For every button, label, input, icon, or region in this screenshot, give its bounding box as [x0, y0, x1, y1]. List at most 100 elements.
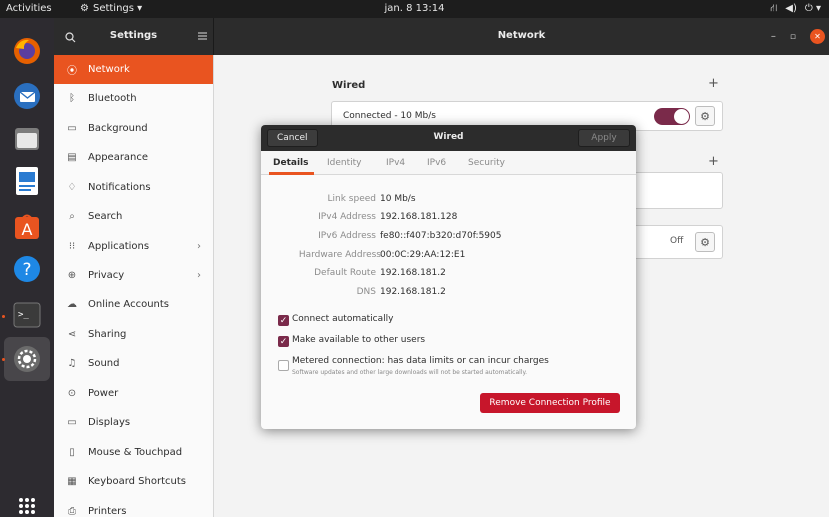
connect-automatically-checkbox[interactable]: ✓	[278, 315, 289, 326]
sidebar-item-label: Search	[88, 211, 123, 222]
ipv6-address-label: IPv6 Address	[318, 231, 376, 241]
power-icon: ⏻ ▾	[804, 3, 821, 14]
connect-automatically-label: Connect automatically	[292, 314, 394, 324]
apply-button[interactable]: Apply	[578, 129, 630, 147]
chevron-right-icon: ›	[197, 241, 201, 252]
files-icon[interactable]	[9, 121, 45, 157]
sidebar-item-label: Bluetooth	[88, 93, 137, 104]
sidebar-item-label: Printers	[88, 506, 127, 517]
running-indicator	[2, 315, 5, 318]
available-to-users-checkbox[interactable]: ✓	[278, 336, 289, 347]
wired-status: Connected - 10 Mb/s	[343, 111, 436, 121]
wired-section-title: Wired	[332, 80, 366, 91]
dns-value: 192.168.181.2	[380, 287, 446, 297]
settings-header-bar: Settings Network – ▫ ✕	[54, 18, 829, 55]
writer-icon[interactable]	[9, 163, 45, 199]
sidebar-item-label: Privacy	[88, 270, 125, 281]
sidebar-item-displays[interactable]: ▭ Displays	[54, 408, 213, 437]
sidebar-item-network[interactable]: ⦿ Network	[54, 55, 213, 84]
tab-ipv6[interactable]: IPv6	[427, 158, 446, 168]
default-route-value: 192.168.181.2	[380, 268, 446, 278]
wired-toggle[interactable]	[654, 108, 690, 125]
sidebar-item-applications[interactable]: ⁝⁝ Applications ›	[54, 232, 213, 261]
display-icon: ▭	[67, 417, 77, 428]
wired-settings-gear-icon[interactable]: ⚙	[695, 106, 715, 126]
sidebar-item-sound[interactable]: ♫ Sound	[54, 349, 213, 378]
appearance-icon: ▤	[67, 152, 77, 163]
available-to-users-label: Make available to other users	[292, 335, 426, 345]
tab-ipv4[interactable]: IPv4	[386, 158, 405, 168]
tab-details[interactable]: Details	[273, 158, 308, 168]
cloud-icon: ☁	[67, 299, 77, 310]
metered-connection-checkbox[interactable]	[278, 360, 289, 371]
search-icon: ⌕	[69, 211, 75, 222]
sidebar-item-bluetooth[interactable]: ᛒ Bluetooth	[54, 84, 213, 113]
keyboard-icon: ▦	[67, 476, 77, 487]
help-icon[interactable]: ?	[9, 251, 45, 287]
active-tab-indicator	[269, 172, 314, 175]
top-bar: Activities ⚙ Settings ▾ jan. 8 13:14 ⛙ ◀…	[0, 0, 829, 18]
settings-icon[interactable]	[9, 341, 45, 377]
window-controls: – ▫ ✕	[771, 29, 825, 44]
add-vpn-icon[interactable]: +	[708, 154, 719, 169]
sidebar-item-label: Notifications	[88, 182, 151, 193]
minimize-icon[interactable]: –	[771, 31, 776, 42]
proxy-settings-gear-icon[interactable]: ⚙	[695, 232, 715, 252]
svg-text:A: A	[22, 220, 33, 239]
network-icon: ⦿	[67, 66, 77, 77]
grid-icon: ⁝⁝	[68, 241, 76, 252]
sidebar-item-online-accounts[interactable]: ☁ Online Accounts	[54, 290, 213, 319]
music-note-icon: ♫	[67, 358, 77, 369]
bell-icon: ♢	[67, 182, 77, 193]
sidebar-item-keyboard-shortcuts[interactable]: ▦ Keyboard Shortcuts	[54, 467, 213, 496]
clock[interactable]: jan. 8 13:14	[0, 3, 829, 14]
sidebar-item-power[interactable]: ⊙ Power	[54, 379, 213, 408]
sidebar-item-search[interactable]: ⌕ Search	[54, 202, 213, 231]
default-route-label: Default Route	[314, 268, 376, 278]
hamburger-menu-icon[interactable]	[193, 28, 211, 44]
sidebar-item-background[interactable]: ▭ Background	[54, 114, 213, 143]
thunderbird-icon[interactable]	[9, 78, 45, 114]
firefox-icon[interactable]	[9, 33, 45, 69]
terminal-icon[interactable]: >_	[9, 297, 45, 333]
sidebar-item-label: Power	[88, 388, 119, 399]
svg-text:?: ?	[22, 260, 31, 280]
show-apps-icon[interactable]	[9, 488, 45, 517]
background-icon: ▭	[67, 123, 77, 134]
software-icon[interactable]: A	[9, 208, 45, 244]
sidebar-item-sharing[interactable]: ⋖ Sharing	[54, 320, 213, 349]
sidebar-item-notifications[interactable]: ♢ Notifications	[54, 173, 213, 202]
maximize-icon[interactable]: ▫	[790, 32, 796, 42]
sidebar-item-printers[interactable]: ⎙ Printers	[54, 497, 213, 517]
tab-identity[interactable]: Identity	[327, 158, 362, 168]
link-speed-value: 10 Mb/s	[380, 194, 416, 204]
sidebar-item-privacy[interactable]: ⊕ Privacy ›	[54, 261, 213, 290]
sidebar-item-label: Keyboard Shortcuts	[88, 476, 186, 487]
metered-connection-label: Metered connection: has data limits or c…	[292, 356, 549, 366]
mouse-icon: ▯	[69, 447, 75, 458]
hardware-address-label: Hardware Address	[298, 250, 381, 260]
sidebar-item-label: Network	[88, 64, 130, 75]
sidebar-item-label: Applications	[88, 241, 150, 252]
add-wired-icon[interactable]: +	[708, 76, 719, 91]
dock: A ? >_	[0, 18, 54, 517]
system-tray[interactable]: ⛙ ◀) ⏻ ▾	[770, 3, 821, 16]
power-icon: ⊙	[67, 388, 77, 399]
wired-dialog: Cancel Wired Apply Details Identity IPv4…	[261, 125, 636, 429]
printer-icon: ⎙	[68, 506, 76, 517]
close-icon[interactable]: ✕	[810, 29, 825, 44]
proxy-status: Off	[670, 236, 684, 246]
sidebar-item-mouse-touchpad[interactable]: ▯ Mouse & Touchpad	[54, 438, 213, 467]
share-icon: ⋖	[67, 329, 77, 340]
sidebar-title: Settings	[109, 30, 158, 41]
running-indicator	[2, 358, 5, 361]
sidebar-item-appearance[interactable]: ▤ Appearance	[54, 143, 213, 172]
bluetooth-icon: ᛒ	[69, 93, 75, 104]
sidebar-item-label: Mouse & Touchpad	[88, 447, 183, 458]
ipv6-address-value: fe80::f407:b320:d70f:5905	[380, 231, 502, 241]
hardware-address-value: 00:0C:29:AA:12:E1	[380, 250, 466, 260]
remove-connection-profile-button[interactable]: Remove Connection Profile	[480, 393, 620, 413]
network-icon: ⛙	[770, 3, 778, 14]
tab-security[interactable]: Security	[468, 158, 505, 168]
ipv4-address-value: 192.168.181.128	[380, 212, 458, 222]
